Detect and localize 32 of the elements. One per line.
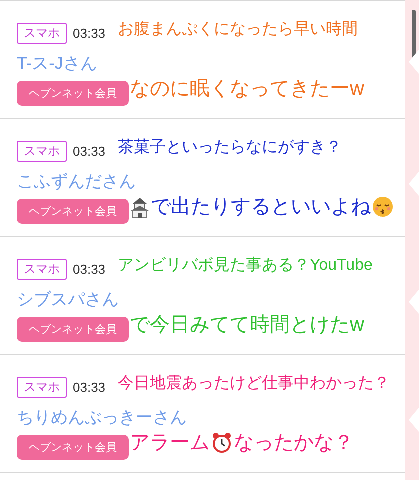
member-button[interactable]: ヘブンネット会員 <box>17 199 129 224</box>
caption-text: 茶菓子といったらなにがすき？ <box>118 138 342 158</box>
triangle-notch <box>409 408 419 432</box>
caption-text: なったかな？ <box>234 431 354 456</box>
triangle-notch <box>409 172 419 196</box>
caption-text: お腹まんぷくになったら早い時間 <box>118 20 358 40</box>
caption-text: で今日みてて時間とけたw <box>130 313 364 338</box>
caption-text: 今日地震あったけど仕事中わかった？ <box>118 374 390 394</box>
caption-text: なのに眠くなってきたーw <box>130 77 364 102</box>
device-tag: スマホ <box>17 259 67 280</box>
user-name[interactable]: T-ス-Jさん <box>17 52 98 75</box>
device-tag: スマホ <box>17 377 67 398</box>
post-time: 03:33 <box>73 262 106 277</box>
triangle-notch <box>409 50 419 74</box>
triangle-notch <box>409 290 419 314</box>
member-button[interactable]: ヘブンネット会員 <box>17 81 129 106</box>
alarm-clock-icon <box>211 432 233 454</box>
post-time: 03:33 <box>73 26 106 41</box>
caption-text: アンビリバボ見た事ある？YouTube <box>118 256 373 276</box>
device-tag: スマホ <box>17 23 67 44</box>
member-button[interactable]: ヘブンネット会員 <box>17 435 129 460</box>
user-name[interactable]: シブスパさん <box>17 288 119 311</box>
user-name[interactable]: こふずんださん <box>17 170 136 193</box>
user-name[interactable]: ちりめんぶっきーさん <box>17 406 187 429</box>
castle-icon <box>130 196 150 218</box>
caption-text: アラーム <box>130 431 210 456</box>
member-button[interactable]: ヘブンネット会員 <box>17 317 129 342</box>
device-tag: スマホ <box>17 141 67 162</box>
kissing-face-icon <box>372 196 394 218</box>
caption-text: で出たりするといいよね <box>151 195 371 220</box>
post-time: 03:33 <box>73 380 106 395</box>
post-time: 03:33 <box>73 144 106 159</box>
